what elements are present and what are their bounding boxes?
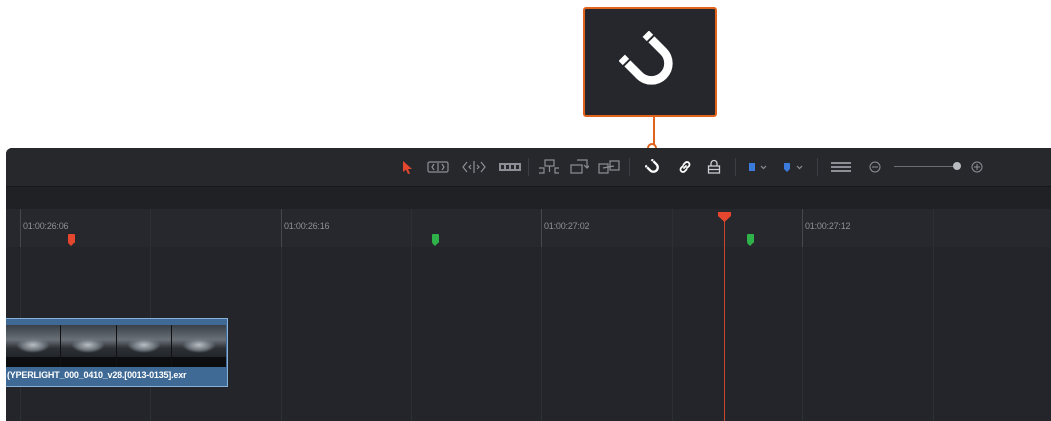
snapping-magnet-icon[interactable]: [644, 158, 662, 176]
dynamic-trim-icon[interactable]: [461, 158, 487, 176]
blade-edit-icon[interactable]: [498, 158, 522, 176]
timecode-ruler[interactable]: [6, 209, 1051, 247]
trim-edit-icon[interactable]: [427, 158, 449, 176]
marker-icon[interactable]: [781, 158, 807, 176]
flag-icon[interactable]: [747, 158, 771, 176]
zoom-slider-track[interactable]: [894, 166, 960, 167]
timecode-label: 01:00:26:06: [23, 221, 69, 231]
zoom-full-extent-icon[interactable]: [830, 158, 852, 176]
toolbar-separator: [629, 158, 630, 176]
zoom-in-icon[interactable]: [970, 158, 984, 176]
toolbar-separator: [528, 158, 529, 176]
callout-connector: [653, 117, 655, 144]
linked-selection-icon[interactable]: [676, 158, 694, 176]
timeline-header-band: [6, 187, 1051, 209]
playhead-line: [724, 219, 725, 421]
toolbar-separator: [817, 158, 818, 176]
grid-line: [933, 209, 934, 421]
clip-thumbnail: [6, 325, 61, 367]
overwrite-clip-icon[interactable]: [569, 158, 589, 176]
ruler-tick: [541, 209, 542, 247]
insert-clip-icon[interactable]: [538, 158, 560, 176]
ruler-tick: [281, 209, 282, 247]
clip-thumbnail: [116, 325, 171, 367]
ruler-tick: [802, 209, 803, 247]
grid-line: [411, 209, 412, 421]
timeline-toolbar: [6, 148, 1051, 187]
grid-line: [672, 209, 673, 421]
grid-line: [150, 209, 151, 421]
timeline-editor: 01:00:26:06 01:00:26:16 01:00:27:02 01:0…: [6, 148, 1051, 421]
toolbar-separator: [735, 158, 736, 176]
clip-thumbnails: [6, 325, 226, 367]
zoom-slider-handle[interactable]: [953, 162, 961, 170]
ruler-tick: [20, 209, 21, 247]
timeline-marker-red[interactable]: [68, 234, 75, 246]
timecode-label: 01:00:26:16: [284, 221, 330, 231]
playhead-handle[interactable]: [718, 212, 731, 222]
timeline-marker-green[interactable]: [747, 234, 754, 246]
selection-arrow-icon[interactable]: [400, 158, 414, 176]
clip-name: (YPERLIGHT_000_0410_v28.[0013-0135].exr: [7, 370, 187, 380]
timecode-label: 01:00:27:12: [805, 221, 851, 231]
clip-thumbnail: [171, 325, 226, 367]
video-clip[interactable]: (YPERLIGHT_000_0410_v28.[0013-0135].exr: [6, 318, 228, 387]
replace-clip-icon[interactable]: [598, 158, 620, 176]
timeline-marker-green[interactable]: [432, 234, 439, 246]
position-lock-icon[interactable]: [705, 158, 723, 176]
magnet-icon: [619, 31, 673, 85]
clip-thumbnail: [61, 325, 116, 367]
zoom-out-icon[interactable]: [868, 158, 882, 176]
timecode-label: 01:00:27:02: [544, 221, 590, 231]
snapping-callout: [583, 7, 717, 117]
